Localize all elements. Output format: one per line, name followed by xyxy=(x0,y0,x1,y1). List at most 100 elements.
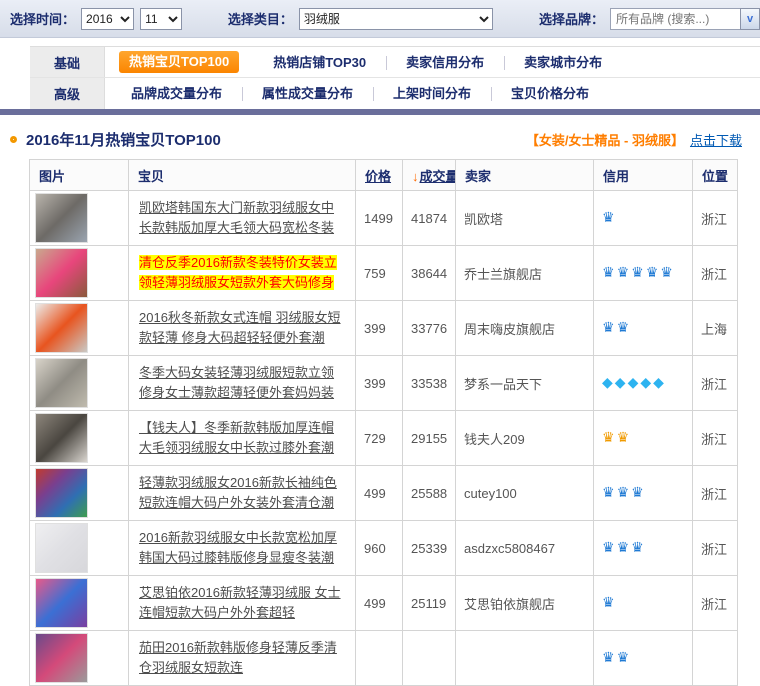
basic-group-label: 基础 xyxy=(30,47,105,77)
credit-diamond-icon: ◆ xyxy=(602,375,613,391)
seller-cell: 乔士兰旗舰店 xyxy=(456,246,594,301)
table-row: 凯欧塔韩国东大门新款羽绒服女中长款韩版加厚大毛领大码宽松冬装 149941874凯… xyxy=(30,191,738,246)
category-select[interactable]: 羽绒服 xyxy=(299,8,493,30)
tab-卖家信用分布[interactable]: 卖家信用分布 xyxy=(386,47,504,78)
advanced-group-label: 高级 xyxy=(30,78,105,109)
location-cell: 浙江 xyxy=(693,521,738,576)
table-row: 轻薄款羽绒服女2016新款长袖纯色短款连帽大码户外女装外套清仓潮 49925588… xyxy=(30,466,738,521)
credit-crown-icon: ♛ xyxy=(631,265,644,281)
credit-cell: ♛ xyxy=(594,191,693,246)
filter-toolbar: 选择时间： 2016 11 选择类目： 羽绒服 选择品牌： v xyxy=(0,0,760,38)
product-thumbnail[interactable] xyxy=(35,468,88,518)
brand-dropdown-button[interactable]: v xyxy=(740,8,760,30)
col-header-volume-sort[interactable]: 成交量 xyxy=(420,169,456,184)
price-cell: 729 xyxy=(356,411,403,466)
credit-crown-icon: ♛ xyxy=(602,320,615,336)
col-header-location: 位置 xyxy=(693,160,738,191)
credit-cell: ♛♛♛♛♛ xyxy=(594,246,693,301)
report-tabs: 基础 热销宝贝TOP100 热销店铺TOP30卖家信用分布卖家城市分布 高级 品牌… xyxy=(0,46,760,115)
table-row: 2016秋冬新款女式连帽 羽绒服女短款轻薄 修身大码超轻轻便外套潮3993377… xyxy=(30,301,738,356)
product-title-link[interactable]: 凯欧塔韩国东大门新款羽绒服女中长款韩版加厚大毛领大码宽松冬装 xyxy=(139,200,334,235)
credit-crown-icon: ♛ xyxy=(631,540,644,556)
tab-卖家城市分布[interactable]: 卖家城市分布 xyxy=(504,47,622,78)
table-row: 冬季大码女装轻薄羽绒服短款立领修身女士薄款超薄轻便外套妈妈装39933538梦系… xyxy=(30,356,738,411)
product-thumbnail[interactable] xyxy=(35,523,88,573)
credit-diamond-icon: ◆ xyxy=(640,375,651,391)
seller-cell: cutey100 xyxy=(456,466,594,521)
product-title-link[interactable]: 冬季大码女装轻薄羽绒服短款立领修身女士薄款超薄轻便外套妈妈装 xyxy=(139,365,334,400)
product-thumbnail[interactable] xyxy=(35,193,88,243)
volume-cell: 25588 xyxy=(403,466,456,521)
tab-宝贝价格分布[interactable]: 宝贝价格分布 xyxy=(491,78,609,109)
download-link[interactable]: 点击下载 xyxy=(690,130,742,149)
advanced-tab-row: 高级 品牌成交量分布属性成交量分布上架时间分布宝贝价格分布 xyxy=(30,78,760,109)
credit-crown-icon: ♛ xyxy=(602,540,615,556)
product-thumbnail[interactable] xyxy=(35,633,88,683)
basic-tab-row: 基础 热销宝贝TOP100 热销店铺TOP30卖家信用分布卖家城市分布 xyxy=(30,47,760,78)
credit-crown-icon: ♛ xyxy=(602,210,615,226)
product-title-link[interactable]: 轻薄款羽绒服女2016新款长袖纯色短款连帽大码户外女装外套清仓潮 xyxy=(139,475,337,510)
credit-crown-icon: ♛ xyxy=(646,265,659,281)
product-thumbnail[interactable] xyxy=(35,578,88,628)
table-row: 茄田2016新款韩版修身轻薄反季清仓羽绒服女短款连 ♛♛ xyxy=(30,631,738,686)
price-cell: 499 xyxy=(356,576,403,631)
volume-cell: 25119 xyxy=(403,576,456,631)
price-cell xyxy=(356,631,403,686)
credit-cell: ♛♛♛ xyxy=(594,466,693,521)
credit-crown-icon: ♛ xyxy=(631,485,644,501)
price-cell: 1499 xyxy=(356,191,403,246)
col-header-credit: 信用 xyxy=(594,160,693,191)
product-thumbnail[interactable] xyxy=(35,248,88,298)
price-cell: 399 xyxy=(356,356,403,411)
credit-cell: ♛♛ xyxy=(594,411,693,466)
location-cell: 浙江 xyxy=(693,466,738,521)
page-title: 2016年11月热销宝贝TOP100 xyxy=(26,129,221,150)
price-cell: 499 xyxy=(356,466,403,521)
product-thumbnail[interactable] xyxy=(35,303,88,353)
credit-crown-icon: ♛ xyxy=(617,265,630,281)
volume-cell: 38644 xyxy=(403,246,456,301)
tab-上架时间分布[interactable]: 上架时间分布 xyxy=(373,78,491,109)
seller-cell: 梦系一品天下 xyxy=(456,356,594,411)
credit-crown-icon: ♛ xyxy=(617,650,630,666)
col-header-price-sort[interactable]: 价格 xyxy=(365,169,391,184)
credit-cell: ♛♛ xyxy=(594,301,693,356)
year-select[interactable]: 2016 xyxy=(81,8,134,30)
product-title-link[interactable]: 清仓反季2016新款冬装特价女装立领轻薄羽绒服女短款外套大码修身 xyxy=(139,255,337,290)
credit-diamond-icon: ◆ xyxy=(615,375,626,391)
seller-cell: 凯欧塔 xyxy=(456,191,594,246)
credit-crown-icon: ♛ xyxy=(602,650,615,666)
product-title-link[interactable]: 2016新款羽绒服女中长款宽松加厚韩国大码过膝韩版修身显瘦冬装潮 xyxy=(139,530,337,565)
location-cell: 浙江 xyxy=(693,246,738,301)
col-header-seller: 卖家 xyxy=(456,160,594,191)
credit-crown-icon: ♛ xyxy=(602,265,615,281)
tab-热销店铺TOP30[interactable]: 热销店铺TOP30 xyxy=(253,47,386,78)
product-thumbnail[interactable] xyxy=(35,413,88,463)
section-heading: 2016年11月热销宝贝TOP100 【女装/女士精品 - 羽绒服】 点击下载 xyxy=(10,128,750,150)
product-thumbnail[interactable] xyxy=(35,358,88,408)
seller-cell: 艾思铂依旗舰店 xyxy=(456,576,594,631)
product-title-link[interactable]: 2016秋冬新款女式连帽 羽绒服女短款轻薄 修身大码超轻轻便外套潮 xyxy=(139,310,341,345)
location-cell: 浙江 xyxy=(693,191,738,246)
product-title-link[interactable]: 【钱夫人】冬季新款韩版加厚连帽大毛领羽绒服女中长款过膝外套潮 xyxy=(139,420,334,455)
volume-cell: 25339 xyxy=(403,521,456,576)
brand-search-input[interactable] xyxy=(610,8,740,30)
category-filter-label: 选择类目： xyxy=(228,9,293,28)
table-row: 2016新款羽绒服女中长款宽松加厚韩国大码过膝韩版修身显瘦冬装潮96025339… xyxy=(30,521,738,576)
bullet-icon xyxy=(10,136,17,143)
month-select[interactable]: 11 xyxy=(140,8,182,30)
location-cell: 浙江 xyxy=(693,411,738,466)
location-cell: 上海 xyxy=(693,301,738,356)
sort-descending-icon: ↓ xyxy=(412,169,419,184)
credit-crown-icon: ♛ xyxy=(602,430,615,446)
credit-diamond-icon: ◆ xyxy=(653,375,664,391)
product-title-link[interactable]: 艾思铂依2016新款轻薄羽绒服 女士连帽短款大码户外外套超轻 xyxy=(139,585,341,620)
time-filter-label: 选择时间： xyxy=(10,9,75,28)
tab-品牌成交量分布[interactable]: 品牌成交量分布 xyxy=(111,78,242,109)
location-cell: 浙江 xyxy=(693,576,738,631)
tab-属性成交量分布[interactable]: 属性成交量分布 xyxy=(242,78,373,109)
tab-热销宝贝TOP100[interactable]: 热销宝贝TOP100 xyxy=(119,51,239,73)
product-title-link[interactable]: 茄田2016新款韩版修身轻薄反季清仓羽绒服女短款连 xyxy=(139,640,337,675)
volume-cell: 41874 xyxy=(403,191,456,246)
location-cell xyxy=(693,631,738,686)
